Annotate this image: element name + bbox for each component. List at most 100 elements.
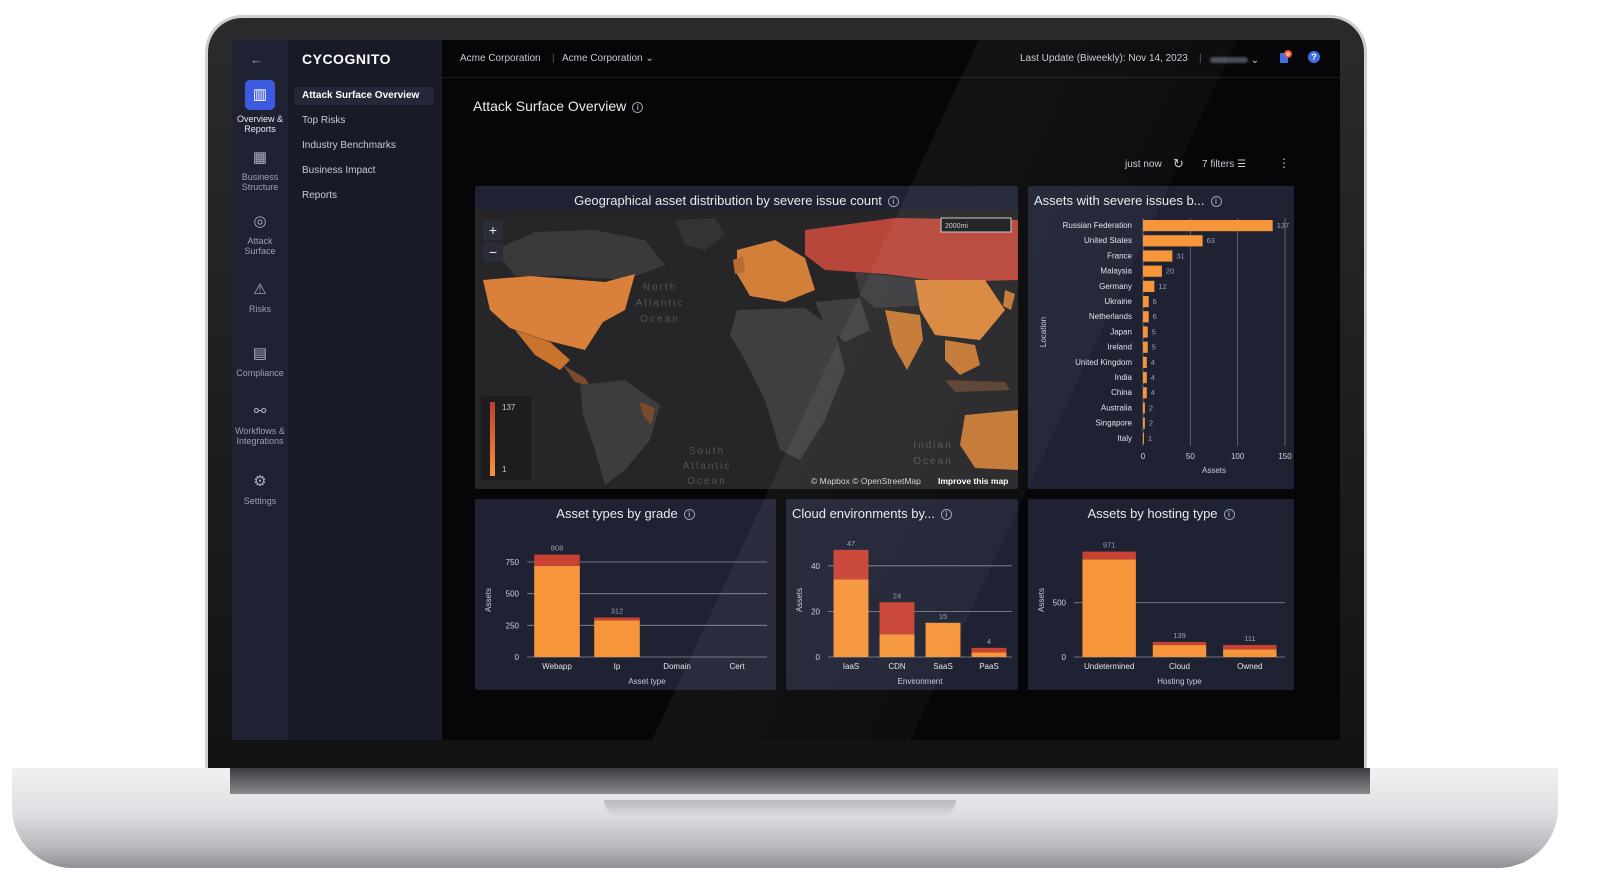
rail-item-label: Workflows &: [235, 426, 285, 436]
rail-item-label: Reports: [244, 124, 276, 134]
rail-item-compliance[interactable]: ▤ Compliance: [232, 344, 288, 378]
hosting-type-chart: 0 500 971 Undetermined 139 Cloud 111 Owned Hosti…: [1037, 541, 1285, 686]
y-axis-label: Assets: [1037, 588, 1046, 612]
y-tick-label: Germany: [1099, 282, 1132, 291]
ocean-label: Atlantic: [683, 461, 732, 472]
data-label: 1: [1148, 434, 1152, 443]
bar: [1143, 402, 1145, 414]
data-label: 24: [893, 591, 901, 600]
bar: [1143, 387, 1147, 399]
nav-item[interactable]: Business Impact: [294, 162, 434, 180]
rail-item-label: Integrations: [236, 436, 284, 446]
x-tick-label: Ip: [614, 662, 621, 671]
radar-icon: ◎: [253, 213, 267, 230]
data-label: 6: [1153, 297, 1157, 306]
bar: [1143, 417, 1145, 429]
bar: [1143, 250, 1173, 262]
hosting-type-card: Assets by hosting type i 0 500 971 Undetermi…: [1028, 499, 1294, 690]
geo-map-card: Geographical asset distribution by sever…: [475, 186, 1018, 489]
rail-item-settings[interactable]: ⚙ Settings: [232, 472, 288, 506]
breadcrumb-divider: |: [552, 53, 555, 64]
filters-label: 7 filters: [1202, 159, 1235, 170]
cycognito-logo[interactable]: CYCOGNITO: [302, 51, 391, 67]
zoom-in-button[interactable]: +: [483, 220, 503, 240]
rail-item-overview[interactable]: ▥ Overview & Reports: [232, 80, 288, 134]
nav-item[interactable]: Reports: [294, 187, 434, 205]
data-label: 12: [1158, 282, 1166, 291]
y-tick-label: France: [1107, 251, 1132, 260]
bar-segment: [534, 554, 580, 566]
y-tick-label: Ukraine: [1104, 297, 1132, 306]
bar: [1143, 296, 1149, 308]
bar: [1143, 372, 1147, 384]
map-title-text: Geographical asset distribution by sever…: [574, 193, 882, 208]
laptop-notch: [604, 800, 956, 816]
x-tick-label: PaaS: [979, 662, 999, 671]
x-tick-label: Cloud: [1169, 662, 1190, 671]
more-options-icon[interactable]: ⋮: [1278, 156, 1290, 170]
screenshot-stage: ← ▥ Overview & Reports ▦ Business Structure ◎ A…: [0, 0, 1600, 895]
x-tick-label: SaaS: [933, 662, 953, 671]
refresh-time: just now: [1125, 159, 1162, 170]
user-menu[interactable]: ⌄: [1210, 55, 1259, 66]
y-tick-label: Italy: [1117, 434, 1132, 443]
map-title: Geographical asset distribution by sever…: [475, 193, 1018, 208]
org-selector[interactable]: Acme Corporation ⌄: [562, 53, 654, 64]
rail-item-label: Structure: [241, 182, 279, 192]
bar-segment: [1223, 649, 1277, 657]
y-axis-label: Assets: [484, 588, 493, 612]
notifications-icon[interactable]: [1278, 50, 1292, 69]
y-tick-label: 0: [1062, 653, 1067, 662]
x-tick-label: CDN: [888, 662, 906, 671]
data-label: 5: [1152, 343, 1156, 352]
nav-item[interactable]: Attack Surface Overview: [294, 87, 434, 105]
refresh-icon[interactable]: ↻: [1173, 156, 1184, 171]
main-content: Acme Corporation | Acme Corporation ⌄ La…: [442, 40, 1340, 740]
filters-button[interactable]: 7 filters ☰: [1202, 159, 1246, 173]
rail-item-label: Business: [241, 172, 279, 182]
y-tick-label: Malaysia: [1100, 267, 1132, 276]
bar-segment: [971, 652, 1007, 657]
data-label: 111: [1244, 634, 1255, 643]
info-icon[interactable]: i: [887, 196, 899, 208]
collapse-sidebar-icon[interactable]: ←: [250, 52, 263, 67]
ocean-label: Indian: [913, 440, 952, 451]
bar-segment: [1152, 641, 1207, 646]
rail-item-attack[interactable]: ◎ Attack Surface: [232, 212, 288, 256]
y-axis-label: Assets: [795, 588, 804, 612]
zoom-out-button[interactable]: −: [483, 242, 503, 262]
x-tick-label: 150: [1278, 452, 1292, 461]
bar: [1143, 311, 1149, 323]
rail-item-label: Settings: [243, 496, 277, 506]
world-map[interactable]: North Atlantic Ocean South Atlantic Ocea…: [475, 210, 1018, 489]
nav-item[interactable]: Top Risks: [294, 112, 434, 130]
bar: [1143, 432, 1144, 444]
rail-item-risks[interactable]: ⚠ Risks: [232, 280, 288, 314]
rail-item-workflows[interactable]: ⚯ Workflows & Integrations: [232, 402, 288, 446]
data-label: 2: [1149, 403, 1153, 412]
map-legend-gradient: [490, 402, 495, 476]
bar-segment: [879, 602, 915, 635]
x-axis-label: Assets: [1202, 466, 1226, 475]
bar: [1143, 235, 1203, 247]
bar-segment: [534, 565, 580, 657]
ocean-label: Ocean: [913, 456, 952, 467]
document-check-icon: ▤: [252, 345, 268, 362]
bar-segment: [594, 620, 640, 657]
app-window: ← ▥ Overview & Reports ▦ Business Structure ◎ A…: [232, 40, 1340, 740]
x-tick-label: Owned: [1237, 662, 1262, 671]
help-icon[interactable]: ?: [1308, 51, 1320, 63]
x-tick-label: 100: [1231, 452, 1245, 461]
bar-segment: [1082, 551, 1136, 560]
nav-item[interactable]: Industry Benchmarks: [294, 137, 434, 155]
map-legend-max: 137: [502, 403, 516, 412]
bar-segment: [833, 549, 869, 580]
data-label: 312: [611, 606, 624, 615]
y-tick-label: Singapore: [1096, 419, 1133, 428]
breadcrumb-org[interactable]: Acme Corporation: [460, 53, 541, 64]
info-icon[interactable]: i: [632, 101, 644, 113]
rail-item-label: Attack: [247, 236, 273, 246]
rail-item-business[interactable]: ▦ Business Structure: [232, 148, 288, 192]
y-tick-label: United States: [1084, 236, 1132, 245]
cloud-env-chart: 0 20 40 47 IaaS 24 CDN 15 SaaS 4 PaaS Environment As…: [795, 539, 1012, 686]
